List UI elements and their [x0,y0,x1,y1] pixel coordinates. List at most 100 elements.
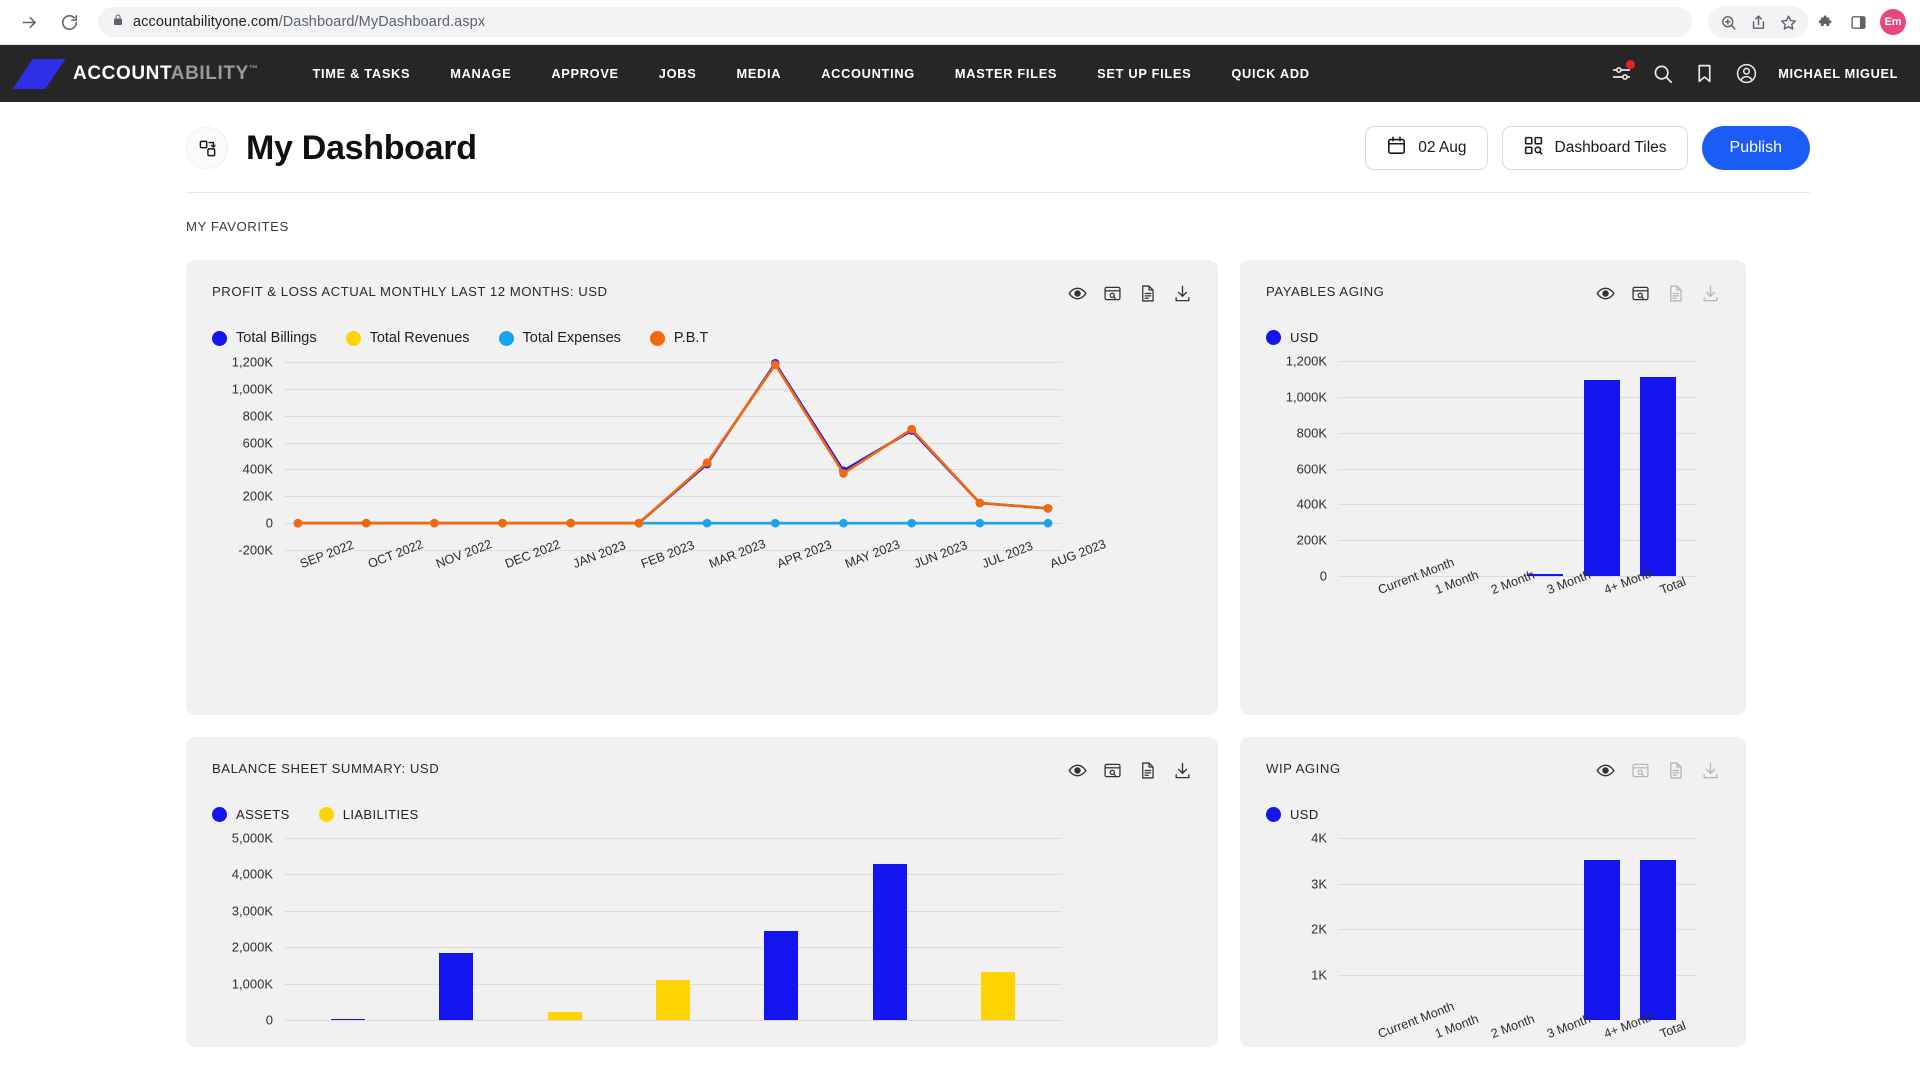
bar[interactable] [331,1019,366,1020]
dashboard-tiles-button[interactable]: Dashboard Tiles [1501,126,1688,170]
bar[interactable] [1583,379,1620,576]
legend-item-total-billings[interactable]: Total Billings [212,330,317,346]
data-point[interactable] [975,518,985,528]
data-point[interactable] [907,518,916,528]
y-axis-tick-label: 1,000K [1285,389,1327,405]
bar[interactable] [872,864,907,1020]
bar[interactable] [1639,377,1676,576]
search-icon[interactable] [1652,63,1674,85]
tiles-grid: PROFIT & LOSS ACTUAL MONTHLY LAST 12 MON… [0,234,1920,1047]
browser-actions: Em [1708,6,1906,38]
y-axis-tick-label: 600K [242,435,273,451]
data-point[interactable] [770,518,780,528]
reload-icon[interactable] [54,7,84,37]
menu-item-set-up-files[interactable]: SET UP FILES [1077,58,1211,89]
bar[interactable] [980,971,1015,1020]
zoom-icon[interactable] [1714,8,1742,36]
menu-item-master-files[interactable]: MASTER FILES [935,58,1077,89]
data-point[interactable] [702,518,712,528]
bar[interactable] [1639,859,1676,1020]
x-axis-tick-label: 3 Month [1545,1011,1593,1042]
data-point[interactable] [361,518,371,528]
legend-item-pbt[interactable]: P.B.T [649,330,708,346]
document-icon[interactable] [1666,284,1685,308]
star-icon[interactable] [1774,8,1802,36]
window-search-icon[interactable] [1103,284,1122,308]
data-point[interactable] [1043,518,1053,528]
legend-item-assets[interactable]: ASSETS [212,807,290,822]
legend-item-usd[interactable]: USD [1266,330,1319,345]
data-point[interactable] [566,518,576,528]
eye-icon[interactable] [1068,284,1087,308]
data-point[interactable] [839,469,848,478]
data-point[interactable] [293,518,303,528]
brand-logo[interactable]: ACCOUNTABILITY™ [18,59,258,89]
side-panel-icon[interactable] [1844,8,1872,36]
y-axis-tick-label: 1,200K [1285,353,1327,369]
publish-button[interactable]: Publish [1701,126,1810,170]
y-axis-tick-label: 2,000K [231,939,273,955]
y-axis-tick-label: 0 [265,1012,273,1028]
data-point[interactable] [634,518,644,528]
eye-icon[interactable] [1596,761,1615,785]
eye-icon[interactable] [1596,284,1615,308]
document-icon[interactable] [1666,761,1685,785]
legend-profit-loss: Total Billings Total Revenues Total Expe… [212,330,1192,346]
data-point[interactable] [975,498,985,508]
puzzle-icon[interactable] [1812,8,1840,36]
window-search-icon[interactable] [1103,761,1122,785]
menu-item-quick-add[interactable]: QUICK ADD [1211,58,1329,89]
bar[interactable] [764,930,799,1020]
app-navigation-bar: ACCOUNTABILITY™ TIME & TASKS MANAGE APPR… [0,45,1920,102]
legend-item-total-revenues[interactable]: Total Revenues [345,330,470,346]
menu-item-accounting[interactable]: ACCOUNTING [801,58,935,89]
bar[interactable] [656,979,690,1020]
chart-profit-loss: 1,200K 1,000K 800K 600K 400K 200K 0 -200K SEP 20… [232,355,1108,572]
menu-item-media[interactable]: MEDIA [716,58,801,89]
y-axis-tick-label: 800K [242,408,273,424]
document-icon[interactable] [1138,284,1157,308]
bar[interactable] [1583,859,1620,1020]
share-icon[interactable] [1744,8,1772,36]
data-point[interactable] [770,360,780,369]
data-point[interactable] [907,424,916,434]
eye-icon[interactable] [1068,761,1087,785]
filters-icon[interactable] [1611,60,1636,84]
bar[interactable] [547,1012,582,1020]
document-icon[interactable] [1138,761,1157,785]
legend-item-total-expenses[interactable]: Total Expenses [498,330,621,346]
menu-item-manage[interactable]: MANAGE [430,58,531,89]
data-point[interactable] [498,518,507,528]
date-button-label: 02 Aug [1418,139,1467,156]
dashboard-switch-icon[interactable] [186,127,228,169]
browser-profile-avatar[interactable]: Em [1880,9,1906,35]
date-picker-button[interactable]: 02 Aug [1365,126,1488,170]
address-bar[interactable]: accountabilityone.com/Dashboard/MyDashbo… [98,7,1692,37]
user-avatar-icon[interactable] [1735,62,1758,85]
bookmark-icon[interactable] [1694,63,1715,84]
x-axis-tick-label: 2 Month [1488,1011,1537,1042]
menu-item-jobs[interactable]: JOBS [639,58,717,89]
download-icon[interactable] [1173,284,1192,308]
forward-arrow-icon[interactable] [14,7,44,37]
data-point[interactable] [1043,504,1053,513]
data-point[interactable] [839,518,848,528]
window-search-icon[interactable] [1631,761,1650,785]
card-actions-payables-aging [1596,284,1720,308]
menu-item-approve[interactable]: APPROVE [531,58,638,89]
bar[interactable] [439,953,474,1020]
window-search-icon[interactable] [1631,284,1650,308]
username-label[interactable]: MICHAEL MIGUEL [1778,66,1898,81]
data-point[interactable] [430,518,439,528]
notification-badge [1626,60,1636,69]
y-axis-tick-label: 1,000K [231,976,273,992]
legend-label: USD [1290,330,1319,345]
data-point[interactable] [702,458,712,468]
download-icon[interactable] [1701,284,1720,308]
download-icon[interactable] [1173,761,1192,785]
download-icon[interactable] [1701,761,1720,785]
legend-item-usd[interactable]: USD [1266,807,1319,822]
legend-item-liabilities[interactable]: LIABILITIES [318,807,419,822]
menu-item-time-tasks[interactable]: TIME & TASKS [292,58,430,89]
line-series-group [293,359,1053,528]
